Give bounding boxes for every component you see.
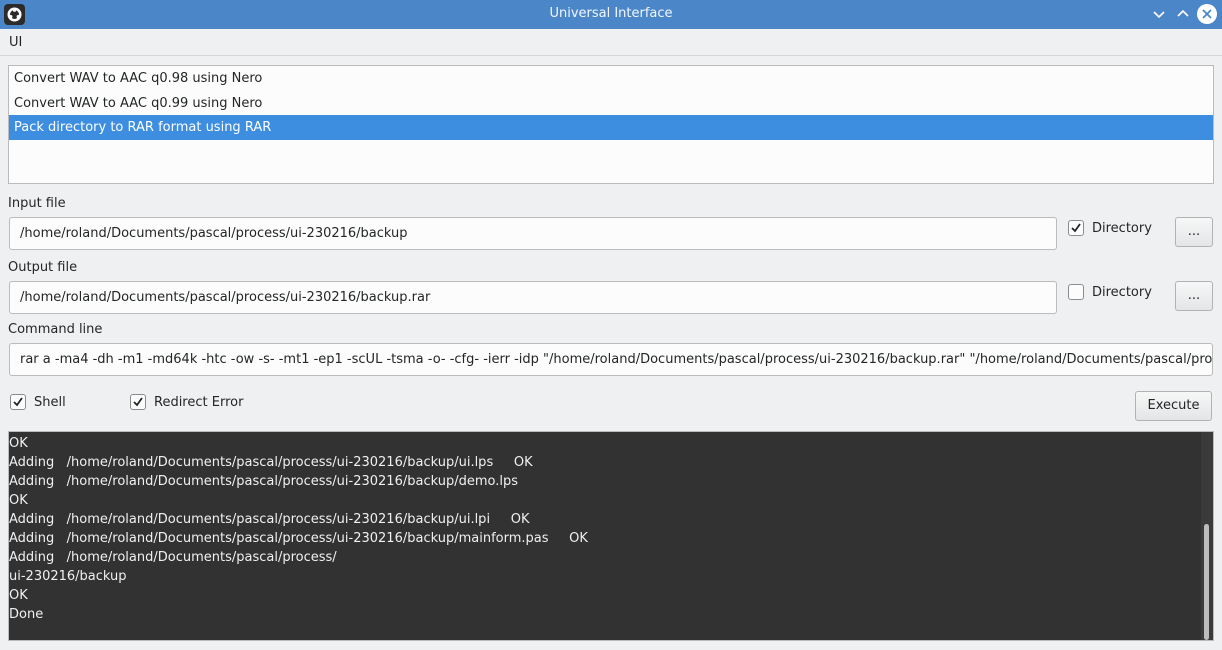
list-item[interactable]: Convert WAV to AAC q0.99 using Nero xyxy=(9,91,1213,116)
command-line-field[interactable]: rar a -ma4 -dh -m1 -md64k -htc -ow -s- -… xyxy=(9,343,1213,376)
checkbox-box[interactable] xyxy=(1068,284,1084,300)
checkbox-box[interactable] xyxy=(130,394,146,410)
checkmark-icon xyxy=(13,397,23,407)
scrollbar-thumb[interactable] xyxy=(1204,524,1209,640)
list-item-selected[interactable]: Pack directory to RAR format using RAR xyxy=(9,115,1213,140)
output-directory-label: Directory xyxy=(1092,284,1152,300)
menu-bar: UI xyxy=(0,29,1222,56)
console-line: Adding /home/roland/Documents/pascal/pro… xyxy=(9,550,337,565)
console-line: Adding /home/roland/Documents/pascal/pro… xyxy=(9,512,530,527)
redirect-error-checkbox[interactable]: Redirect Error xyxy=(130,394,243,410)
input-directory-label: Directory xyxy=(1092,220,1152,236)
command-line-label: Command line xyxy=(8,322,103,337)
command-list[interactable]: Convert WAV to AAC q0.98 using Nero Conv… xyxy=(8,65,1214,184)
input-browse-button[interactable]: ... xyxy=(1175,217,1213,247)
output-file-label: Output file xyxy=(8,260,78,275)
input-file-field[interactable]: /home/roland/Documents/pascal/process/ui… xyxy=(9,217,1057,250)
console-line: ui-230216/backup xyxy=(9,569,127,584)
console-output[interactable]: OK Adding /home/roland/Documents/pascal/… xyxy=(8,431,1214,641)
console-line: Adding /home/roland/Documents/pascal/pro… xyxy=(9,531,588,546)
shell-checkbox[interactable]: Shell xyxy=(10,394,66,410)
minimize-icon[interactable] xyxy=(1148,3,1170,25)
console-line: OK xyxy=(9,588,28,603)
checkmark-icon xyxy=(133,397,143,407)
console-line: OK xyxy=(9,493,28,508)
close-icon[interactable] xyxy=(1196,3,1218,25)
output-directory-checkbox[interactable]: Directory xyxy=(1068,284,1152,300)
console-line: Done xyxy=(9,607,44,622)
checkbox-box[interactable] xyxy=(10,394,26,410)
output-file-field[interactable]: /home/roland/Documents/pascal/process/ui… xyxy=(9,281,1057,314)
input-directory-checkbox[interactable]: Directory xyxy=(1068,220,1152,236)
menu-item-ui[interactable]: UI xyxy=(9,35,22,50)
console-scrollbar[interactable] xyxy=(1201,432,1213,640)
checkbox-box[interactable] xyxy=(1068,220,1084,236)
list-item[interactable]: Convert WAV to AAC q0.98 using Nero xyxy=(9,66,1213,91)
shell-label: Shell xyxy=(34,394,66,410)
output-browse-button[interactable]: ... xyxy=(1175,281,1213,311)
execute-button[interactable]: Execute xyxy=(1135,391,1212,421)
console-line: OK xyxy=(9,436,28,451)
maximize-icon[interactable] xyxy=(1172,3,1194,25)
console-line: Adding /home/roland/Documents/pascal/pro… xyxy=(9,474,518,489)
window-title: Universal Interface xyxy=(549,6,673,21)
checkmark-icon xyxy=(1071,223,1081,233)
console-line: Adding /home/roland/Documents/pascal/pro… xyxy=(9,455,533,470)
title-bar: Universal Interface xyxy=(0,0,1222,29)
input-file-label: Input file xyxy=(8,196,66,211)
redirect-error-label: Redirect Error xyxy=(154,394,244,410)
